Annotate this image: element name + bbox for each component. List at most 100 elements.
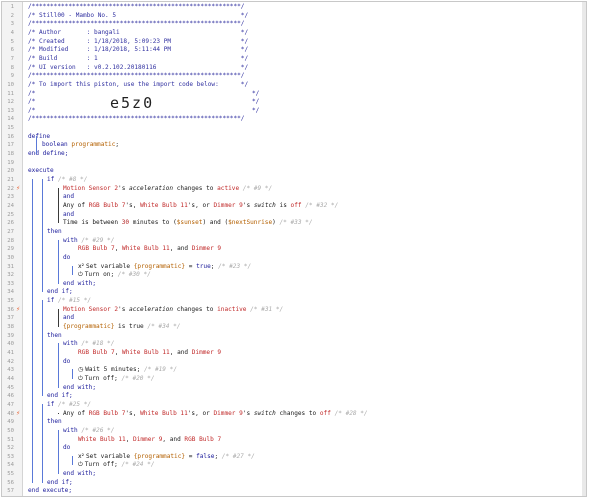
device-name[interactable]: Dimmer 9: [213, 202, 242, 209]
device-name[interactable]: RGB Bulb 7: [78, 349, 115, 356]
code-text: Any of RGB Bulb 7's, White Bulb 11's, or…: [63, 201, 339, 209]
code-text: RGB Bulb 7, White Bulb 11, and Dimmer 9: [78, 349, 222, 356]
lightning-icon[interactable]: ⚡: [16, 185, 20, 192]
code-token: Time is between: [63, 219, 119, 227]
code-token: is true: [118, 323, 144, 331]
line-number: 17: [7, 142, 14, 149]
indent-guide: [42, 300, 43, 397]
indent-guide: [42, 179, 43, 293]
code-token: /* #9 */: [242, 184, 273, 192]
header-border: /***************************************…: [28, 72, 245, 80]
header-border: /***************************************…: [28, 20, 245, 28]
code-token: end if;: [47, 478, 73, 486]
code-token: and: [63, 314, 75, 322]
code-token: /* #29 */: [81, 236, 115, 244]
code-token: /* #33 */: [279, 219, 313, 227]
code-token: Any of: [63, 201, 86, 209]
code-text: then: [47, 418, 62, 427]
lightning-icon[interactable]: ⚡: [16, 306, 20, 313]
device-name[interactable]: White Bulb 11: [78, 436, 126, 443]
code-token: acceleration: [129, 184, 174, 192]
code-token: /* #25 */: [58, 400, 92, 408]
import-code[interactable]: e5z0: [110, 95, 154, 111]
code-token: with: [63, 236, 78, 244]
variable-x-icon: x²: [78, 452, 86, 460]
code-line: 15: [2, 124, 586, 133]
code-text: execute: [28, 167, 54, 176]
variable-x-icon: x²: [78, 262, 86, 270]
code-text: White Bulb 11, Dimmer 9, and RGB Bulb 7: [78, 435, 222, 443]
code-line: 46: [2, 392, 586, 401]
code-line: 42: [2, 358, 586, 367]
execute-keyword: execute: [28, 167, 54, 175]
indent-guide: [58, 343, 59, 388]
code-token: /* #28 */: [334, 409, 368, 417]
indent-guide: [72, 455, 73, 466]
line-number: 34: [7, 289, 14, 296]
device-name[interactable]: RGB Bulb 7: [89, 410, 126, 417]
line-number: 10: [7, 81, 14, 88]
line-number: 25: [7, 211, 14, 218]
code-token: {programmatic}: [133, 262, 186, 270]
device-name[interactable]: White Bulb 11: [140, 410, 188, 417]
indent-guide: [58, 429, 59, 475]
piston-build: /* Build : 1 */: [28, 54, 249, 62]
code-token: off: [290, 201, 302, 209]
device-name[interactable]: Dimmer 9: [213, 410, 242, 417]
line-number: 49: [7, 419, 14, 426]
device-name[interactable]: Dimmer 9: [192, 349, 221, 356]
device-name[interactable]: RGB Bulb 7: [89, 202, 126, 209]
code-line: 37: [2, 314, 586, 323]
device-name[interactable]: RGB Bulb 7: [78, 245, 115, 252]
code-token: 30: [121, 219, 130, 227]
code-token: /* #32 */: [305, 201, 339, 209]
code-token: /* #30 */: [117, 271, 151, 279]
line-number: 38: [7, 324, 14, 331]
code-text: end if;: [47, 288, 73, 297]
code-text: do: [63, 444, 70, 453]
device-name[interactable]: Motion Sensor 2: [63, 185, 118, 192]
code-text: end with;: [63, 280, 96, 289]
device-name[interactable]: White Bulb 11: [122, 245, 170, 252]
code-text: /*: [28, 98, 35, 107]
code-text: and: [63, 211, 74, 220]
device-name[interactable]: White Bulb 11: [122, 349, 170, 356]
code-token: with: [63, 340, 78, 348]
code-token: /* #15 */: [58, 297, 92, 305]
code-text: end if;: [47, 392, 73, 401]
code-token: Set variable: [86, 452, 131, 460]
code-token: {programmatic}: [63, 323, 115, 331]
line-number: 33: [7, 280, 14, 287]
line-number: 44: [7, 375, 14, 382]
code-token: */: [252, 98, 260, 106]
device-name[interactable]: Dimmer 9: [133, 436, 162, 443]
line-number: 19: [7, 159, 14, 166]
code-token: do: [63, 357, 71, 365]
code-text: end with;: [63, 384, 96, 393]
line-number: 32: [7, 272, 14, 279]
line-number: 9: [10, 73, 14, 80]
line-number: 42: [7, 358, 14, 365]
code-line: 21: [2, 176, 586, 185]
code-token: switch: [253, 201, 276, 209]
device-name[interactable]: Motion Sensor 2: [63, 306, 118, 313]
code-text: ⏻ Turn on; /* #30 */: [78, 271, 151, 280]
line-number: 30: [7, 254, 14, 261]
indent-guide: [72, 265, 73, 276]
line-number: 6: [10, 47, 14, 54]
code-token: Turn off;: [84, 461, 118, 469]
code-text: RGB Bulb 7, White Bulb 11, and Dimmer 9: [78, 245, 222, 253]
device-name[interactable]: White Bulb 11: [140, 202, 188, 209]
code-text: ⏻ Turn off; /* #24 */: [78, 461, 155, 470]
code-text: /***************************************…: [28, 72, 244, 81]
code-token: /* #31 */: [250, 305, 284, 313]
line-number: 1: [10, 4, 14, 10]
code-text: end define;: [28, 150, 68, 159]
code-text: */: [252, 107, 259, 116]
code-token: acceleration: [129, 305, 174, 313]
code-line: 25: [2, 211, 586, 220]
device-name[interactable]: Dimmer 9: [192, 245, 221, 252]
code-token: then: [47, 227, 62, 235]
device-name[interactable]: RGB Bulb 7: [184, 436, 221, 443]
lightning-icon[interactable]: ⚡: [16, 410, 20, 417]
